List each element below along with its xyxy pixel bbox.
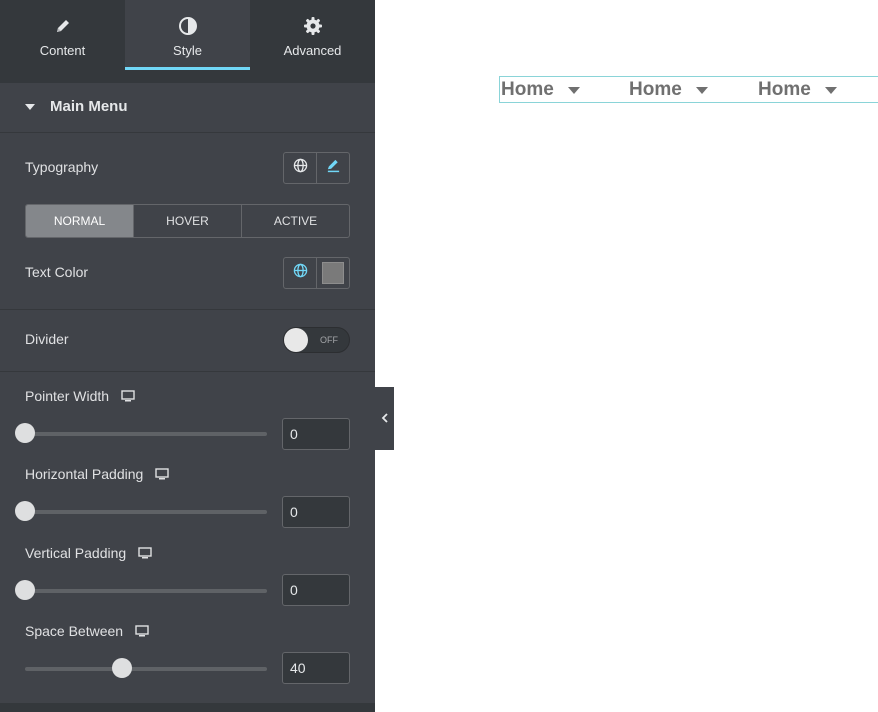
separator — [0, 309, 375, 310]
horizontal-padding-input[interactable] — [282, 496, 350, 528]
typography-global-button[interactable] — [284, 153, 316, 183]
typography-controls — [283, 152, 350, 184]
state-tab-normal[interactable]: NORMAL — [26, 205, 133, 237]
desktop-icon[interactable] — [138, 546, 152, 562]
vertical-padding-input[interactable] — [282, 574, 350, 606]
desktop-icon[interactable] — [121, 389, 135, 405]
horizontal-padding-label-text: Horizontal Padding — [25, 466, 144, 482]
caret-down-icon — [567, 86, 580, 94]
tab-content-label: Content — [39, 43, 86, 58]
caret-down-icon — [824, 86, 837, 94]
vertical-padding-slider[interactable] — [15, 580, 267, 602]
caret-down-icon — [25, 104, 35, 110]
desktop-icon[interactable] — [135, 624, 149, 640]
menu-item-label: Home — [501, 79, 554, 100]
toggle-knob — [284, 328, 308, 352]
slider-track — [25, 510, 267, 514]
menu-item-home[interactable]: Home — [758, 78, 837, 102]
caret-down-icon — [695, 86, 708, 94]
nav-menu-widget[interactable]: Home Home Home — [499, 76, 878, 103]
pointer-width-slider[interactable] — [15, 423, 267, 445]
space-between-label-text: Space Between — [25, 623, 124, 639]
panel-tabs: Content Style Advanced — [0, 0, 375, 70]
gear-icon — [250, 15, 375, 37]
slider-thumb[interactable] — [15, 501, 35, 521]
pointer-width-input[interactable] — [282, 418, 350, 450]
vertical-padding-label-text: Vertical Padding — [25, 545, 127, 561]
horizontal-padding-slider[interactable] — [15, 501, 267, 523]
text-color-label: Text Color — [25, 264, 89, 280]
tab-advanced-label: Advanced — [283, 43, 342, 58]
text-color-controls — [283, 257, 350, 289]
space-between-label: Space Between — [25, 623, 149, 640]
tab-content[interactable]: Content — [0, 0, 125, 70]
horizontal-padding-label: Horizontal Padding — [25, 466, 169, 483]
menu-item-label: Home — [758, 79, 811, 100]
state-tabs: NORMAL HOVER ACTIVE — [25, 204, 350, 238]
panel-footer — [0, 703, 375, 712]
text-color-picker[interactable] — [316, 258, 349, 288]
tab-style-label: Style — [173, 43, 202, 58]
slider-track — [25, 667, 267, 671]
menu-item-label: Home — [629, 79, 682, 100]
space-between-input[interactable] — [282, 652, 350, 684]
globe-icon — [293, 263, 308, 283]
tabs-divider — [0, 70, 375, 83]
pencil-icon — [326, 158, 341, 178]
divider-toggle[interactable]: OFF — [283, 327, 350, 353]
menu-item-home[interactable]: Home — [629, 78, 708, 102]
separator — [0, 371, 375, 372]
pencil-icon — [0, 15, 125, 37]
slider-thumb[interactable] — [111, 658, 132, 678]
slider-track — [25, 432, 267, 436]
typography-edit-button[interactable] — [316, 153, 349, 183]
vertical-padding-label: Vertical Padding — [25, 545, 152, 562]
half-circle-icon — [125, 15, 250, 37]
chevron-left-icon — [381, 410, 389, 428]
section-title: Main Menu — [50, 98, 128, 115]
slider-track — [25, 589, 267, 593]
globe-icon — [293, 158, 308, 178]
space-between-slider[interactable] — [25, 658, 267, 680]
tab-style[interactable]: Style — [125, 0, 250, 70]
pointer-width-label-text: Pointer Width — [25, 388, 110, 404]
toggle-state-text: OFF — [320, 335, 338, 345]
divider-label: Divider — [25, 331, 69, 347]
state-tab-active[interactable]: ACTIVE — [241, 205, 349, 237]
section-header-main-menu[interactable]: Main Menu — [0, 83, 375, 133]
pointer-width-label: Pointer Width — [25, 388, 135, 405]
state-tab-hover[interactable]: HOVER — [133, 205, 241, 237]
slider-thumb[interactable] — [15, 423, 35, 443]
menu-item-home[interactable]: Home — [501, 78, 580, 102]
color-swatch — [322, 262, 344, 284]
slider-thumb[interactable] — [15, 580, 35, 600]
text-color-global-button[interactable] — [284, 258, 316, 288]
typography-label: Typography — [25, 159, 99, 175]
editor-panel: Content Style Advanced Main Menu Typogra… — [0, 0, 375, 712]
desktop-icon[interactable] — [155, 467, 169, 483]
tab-advanced[interactable]: Advanced — [250, 0, 375, 70]
collapse-panel-button[interactable] — [375, 387, 394, 450]
